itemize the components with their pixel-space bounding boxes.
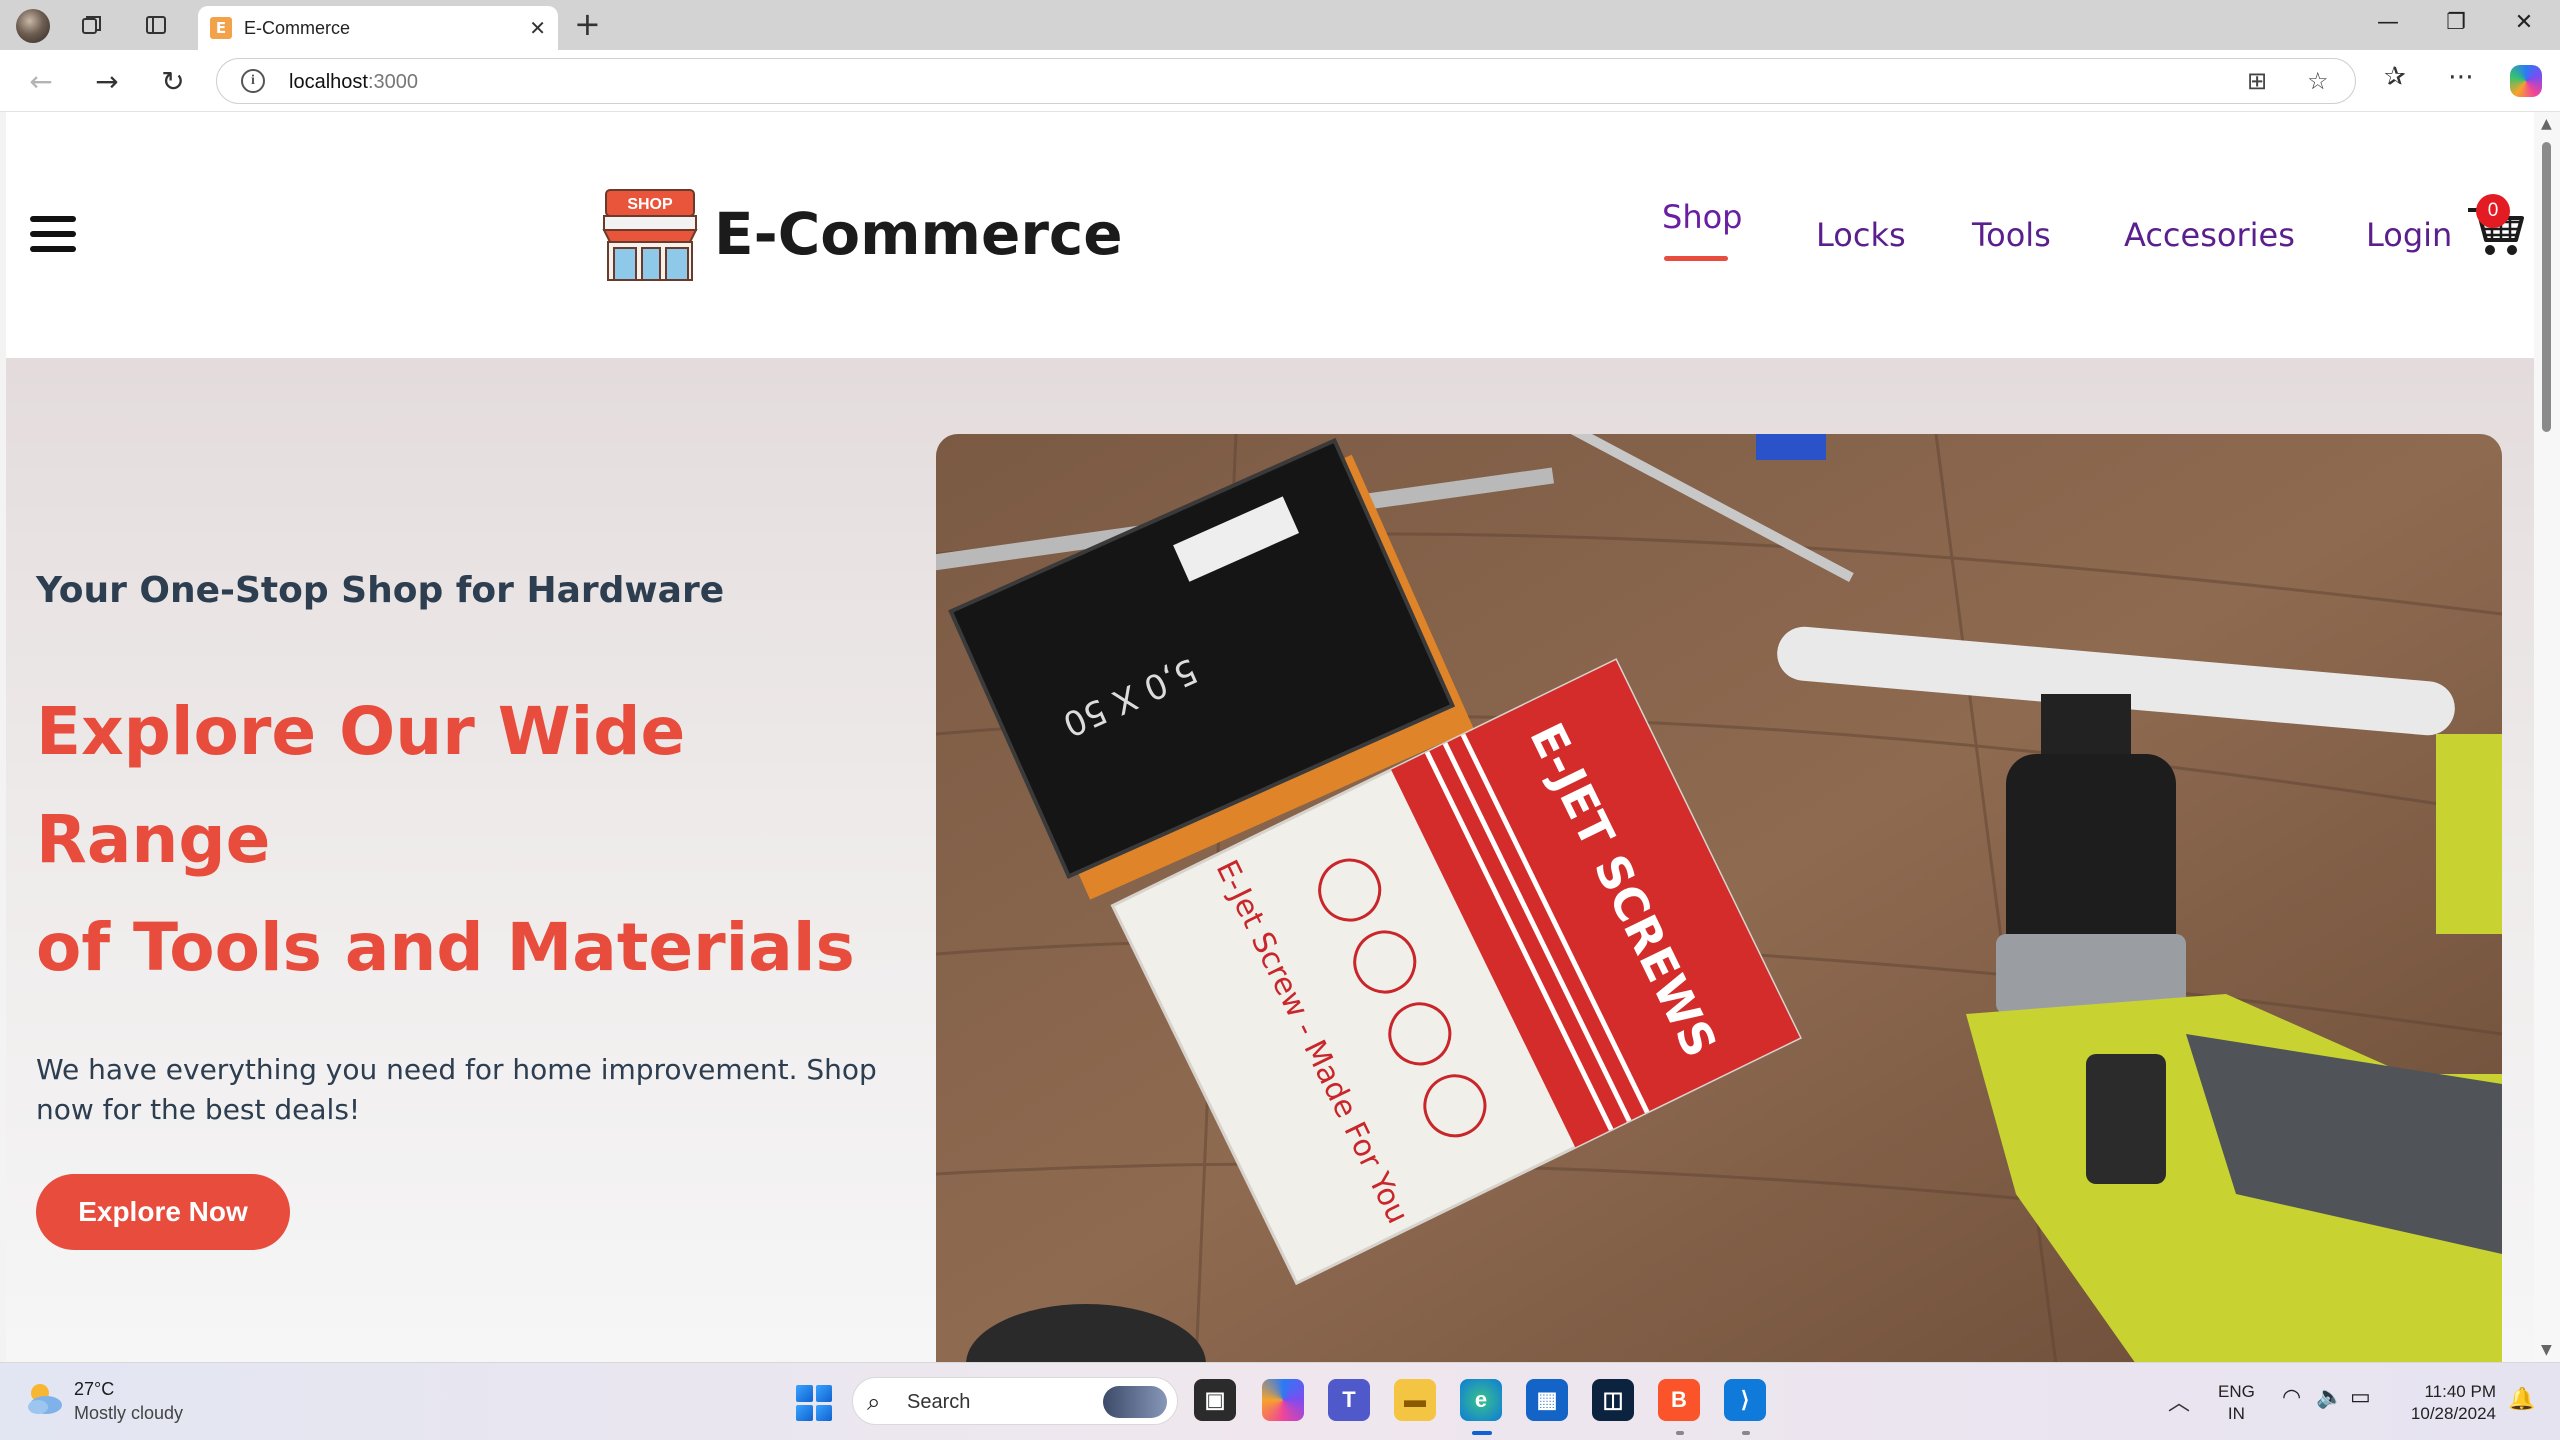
clock[interactable]: 11:40 PM 10/28/2024 [2396, 1381, 2496, 1425]
search-icon: ⌕ [867, 1388, 881, 1416]
language-indicator[interactable]: ENG IN [2218, 1381, 2255, 1425]
hero-title: Explore Our Wide Range of Tools and Mate… [36, 678, 936, 1002]
copilot-taskbar-icon[interactable] [1262, 1379, 1304, 1421]
url-text[interactable]: localhost:3000 [289, 71, 418, 94]
volume-icon[interactable]: 🔈 [2316, 1385, 2343, 1410]
vscode-icon[interactable]: ⟩ [1724, 1379, 1766, 1421]
task-view-icon[interactable]: ▣ [1194, 1379, 1236, 1421]
hero-subtitle: We have everything you need for home imp… [36, 1053, 877, 1126]
close-window-button[interactable]: ✕ [2504, 10, 2544, 35]
tab-favicon-icon: E [210, 17, 232, 39]
restore-button[interactable]: ❐ [2436, 10, 2476, 35]
address-bar[interactable]: i localhost:3000 ⊞ ☆ [216, 58, 2356, 104]
hero-title-line-2: of Tools and Materials [36, 909, 855, 986]
copilot-icon[interactable] [2510, 65, 2542, 97]
shop-storefront-icon: SHOP [602, 189, 698, 281]
scroll-down-arrow-icon[interactable]: ▼ [2541, 1342, 2552, 1358]
brave-browser-icon[interactable]: B [1658, 1379, 1700, 1421]
brave-running-indicator [1676, 1431, 1684, 1435]
search-highlight-image [1103, 1386, 1167, 1418]
bookmark-app-icon[interactable]: ◫ [1592, 1379, 1634, 1421]
tools-photo-illustration: 5,0 X 50 E-JET SCREWS E-Jet Screw - Made… [936, 434, 2502, 1362]
nav-link-shop[interactable]: Shop [1662, 198, 1742, 236]
teams-icon[interactable]: T [1328, 1379, 1370, 1421]
back-button[interactable]: ← [24, 64, 58, 98]
weather-description: Mostly cloudy [74, 1403, 184, 1423]
split-screen-icon[interactable]: ⊞ [2247, 67, 2267, 95]
brand-name: E-Commerce [714, 200, 1123, 268]
explore-now-button[interactable]: Explore Now [36, 1174, 290, 1250]
edge-active-indicator [1472, 1431, 1492, 1435]
microsoft-store-icon[interactable]: ▦ [1526, 1379, 1568, 1421]
tab-close-icon[interactable]: ✕ [529, 16, 546, 40]
nav-link-login[interactable]: Login [2366, 216, 2452, 254]
page-scrollbar[interactable]: ▲ ▼ [2534, 112, 2560, 1362]
taskbar-search-box[interactable]: ⌕ Search [852, 1377, 1178, 1425]
tray-overflow-chevron-icon[interactable]: ︿ [2168, 1385, 2190, 1417]
browser-toolbar: ← → ↻ i localhost:3000 ⊞ ☆ ✰ ⋯ [0, 50, 2560, 112]
battery-icon[interactable]: ▭ [2350, 1385, 2371, 1410]
brand-logo[interactable]: SHOP E-Commerce [600, 186, 1123, 282]
svg-text:SHOP: SHOP [627, 196, 673, 213]
hero-eyebrow: Your One-Stop Shop for Hardware [36, 570, 725, 611]
browser-tab-active[interactable]: E E-Commerce ✕ [198, 6, 558, 50]
site-info-icon[interactable]: i [241, 69, 265, 93]
nav-link-accesories[interactable]: Accesories [2124, 216, 2295, 254]
nav-link-tools[interactable]: Tools [1972, 216, 2051, 254]
favorites-icon[interactable]: ✰ [2384, 62, 2406, 92]
file-explorer-icon[interactable]: ▬ [1394, 1379, 1436, 1421]
taskbar-search-placeholder: Search [907, 1391, 971, 1413]
nav-active-underline [1664, 256, 1728, 261]
favorite-star-icon[interactable]: ☆ [2307, 67, 2329, 95]
profile-avatar[interactable] [16, 9, 50, 43]
refresh-button[interactable]: ↻ [156, 64, 190, 98]
more-menu-icon[interactable]: ⋯ [2448, 62, 2474, 92]
workspaces-icon[interactable] [76, 9, 108, 41]
vertical-tabs-icon[interactable] [140, 9, 172, 41]
new-tab-button[interactable]: + [574, 8, 601, 40]
hero-image: 5,0 X 50 E-JET SCREWS E-Jet Screw - Made… [936, 434, 2502, 1362]
forward-button[interactable]: → [90, 64, 124, 98]
hero-title-line-1: Explore Our Wide Range [36, 693, 686, 878]
page-viewport: SHOP E-Commerce Shop Locks Tools Accesor… [6, 112, 2534, 1362]
weather-temperature: 27°C [74, 1379, 115, 1399]
wifi-icon[interactable]: ◠ [2282, 1385, 2301, 1410]
windows-taskbar: 27°C Mostly cloudy ⌕ Search ▣ T ▬ e ▦ ◫ … [0, 1362, 2560, 1440]
vscode-running-indicator [1742, 1431, 1750, 1435]
scroll-thumb[interactable] [2542, 142, 2551, 432]
minimize-button[interactable]: — [2368, 10, 2408, 35]
scroll-up-arrow-icon[interactable]: ▲ [2541, 116, 2552, 132]
hamburger-menu-icon[interactable] [30, 216, 76, 252]
cloudy-weather-icon[interactable] [22, 1377, 66, 1421]
browser-tab-strip: E E-Commerce ✕ + — ❐ ✕ [0, 0, 2560, 50]
start-button[interactable] [796, 1385, 832, 1421]
nav-link-locks[interactable]: Locks [1816, 216, 1906, 254]
notification-bell-icon[interactable]: 🔔 [2508, 1387, 2535, 1412]
tab-title: E-Commerce [244, 17, 351, 38]
edge-browser-icon[interactable]: e [1460, 1379, 1502, 1421]
cart-count-badge: 0 [2476, 194, 2510, 228]
site-header: SHOP E-Commerce Shop Locks Tools Accesor… [6, 112, 2534, 358]
